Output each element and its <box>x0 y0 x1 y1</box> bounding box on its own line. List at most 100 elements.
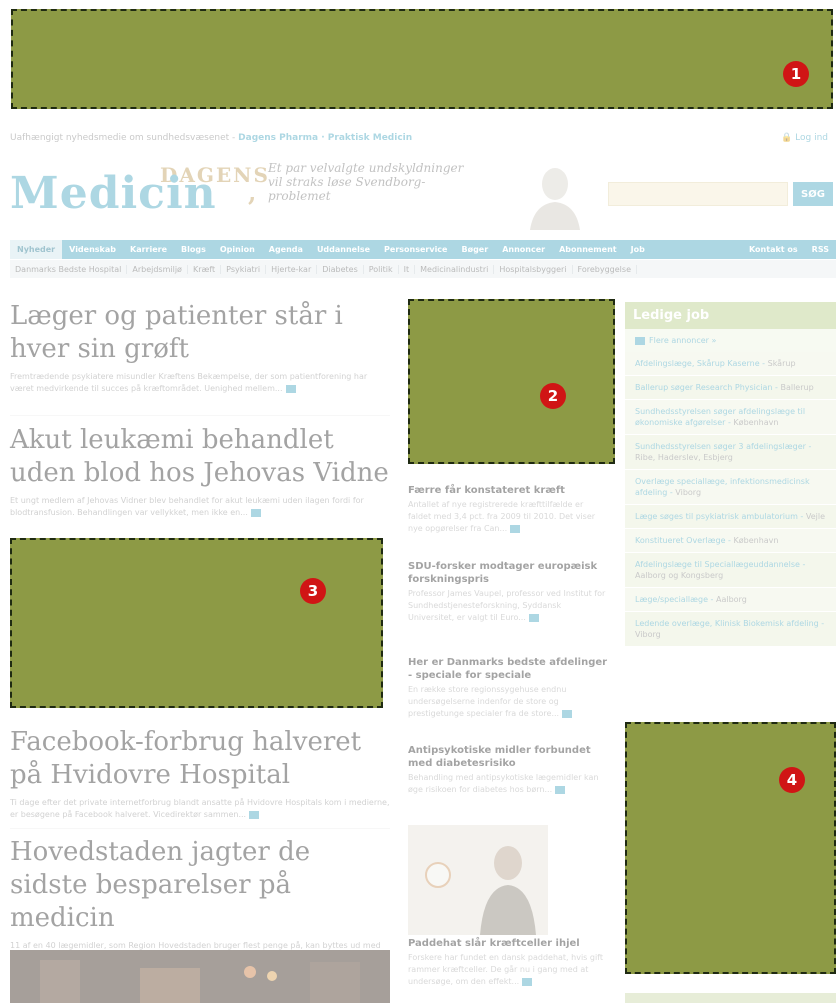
nav-item-annoncer[interactable]: Annoncer <box>495 245 552 254</box>
header-tagline[interactable]: Et par velvalgte undskyldninger vil stra… <box>268 161 478 203</box>
mid-article-title[interactable]: Antipsykotiske midler forbundet med diab… <box>408 744 608 770</box>
subnav-item[interactable]: Kræft <box>188 264 222 274</box>
nav-item-karriere[interactable]: Karriere <box>123 245 174 254</box>
nav-item-nyheder[interactable]: Nyheder <box>10 240 63 259</box>
job-title[interactable]: Afdelingslæge til Speciallægeuddannelse <box>635 560 800 569</box>
job-item[interactable]: Afdelingslæge til Speciallægeuddannelse … <box>625 553 836 588</box>
nav-item-videnskab[interactable]: Videnskab <box>62 245 123 254</box>
article-headline[interactable]: Akut leukæmi behandlet uden blod hos Jeh… <box>10 424 390 490</box>
job-location: Ribe, Haderslev, Esbjerg <box>635 453 733 462</box>
job-item[interactable]: Sundhedsstyrelsen søger 3 afdelingslæger… <box>625 435 836 470</box>
topbar-intro-text: Uafhængigt nyhedsmedie om sundhedsvæsene… <box>10 133 236 143</box>
subnav-item[interactable]: It <box>399 264 416 274</box>
article-1[interactable]: Læger og patienter står i hver sin grøft… <box>10 300 390 395</box>
nav-item-rss[interactable]: RSS <box>805 245 836 254</box>
nav-item-boger[interactable]: Bøger <box>454 245 495 254</box>
article-headline[interactable]: Facebook-forbrug halveret på Hvidovre Ho… <box>10 726 390 792</box>
mid-article[interactable]: Paddehat slår kræftceller ihjel Forskere… <box>408 937 608 988</box>
ad-slot-4[interactable]: 4 <box>625 722 836 974</box>
read-more-icon[interactable] <box>528 613 539 622</box>
mid-article[interactable]: Færre får konstateret kræft Antallet af … <box>408 484 608 535</box>
article-photo[interactable] <box>10 950 390 1003</box>
subnav-item[interactable]: Psykiatri <box>221 264 267 274</box>
login-link[interactable]: 🔒 Log ind <box>781 133 828 143</box>
divider <box>10 415 390 416</box>
ad-slot-1[interactable]: 1 <box>11 9 833 109</box>
search-button[interactable]: SØG <box>793 182 833 206</box>
job-item[interactable]: Konstitueret Overlæge - København <box>625 529 836 553</box>
job-title[interactable]: Konstitueret Overlæge <box>635 536 726 545</box>
mid-article-title[interactable]: Færre får konstateret kræft <box>408 484 608 497</box>
mid-article[interactable]: SDU-forsker modtager europæisk forskning… <box>408 560 608 624</box>
read-more-icon[interactable] <box>562 709 573 718</box>
mid-text: Behandling med antipsykotiske lægemidler… <box>408 773 599 794</box>
article-2[interactable]: Akut leukæmi behandlet uden blod hos Jeh… <box>10 424 390 519</box>
read-more-icon[interactable] <box>250 508 261 517</box>
job-item[interactable]: Læge/speciallæge - Aalborg <box>625 588 836 612</box>
nav-item-blogs[interactable]: Blogs <box>174 245 213 254</box>
nav-item-abonnement[interactable]: Abonnement <box>552 245 624 254</box>
ad-slot-3[interactable]: 3 <box>10 538 383 708</box>
job-title[interactable]: Læge søges til psykiatrisk ambulatorium <box>635 512 798 521</box>
job-title[interactable]: Overlæge speciallæge, infektionsmedicins… <box>635 477 810 497</box>
job-item[interactable]: Overlæge speciallæge, infektionsmedicins… <box>625 470 836 505</box>
mid-article-text: Forskere har fundet en dansk paddehat, h… <box>408 952 608 988</box>
jobs-all-link[interactable]: Flere annoncer » <box>625 329 836 352</box>
logo[interactable]: Medicin <box>10 168 217 219</box>
search-input[interactable] <box>608 182 788 206</box>
jobs-all-label[interactable]: Flere annoncer » <box>649 336 716 345</box>
subnav-item[interactable]: Danmarks Bedste Hospital <box>10 264 128 274</box>
subnav-item[interactable]: Hospitalsbyggeri <box>494 264 573 274</box>
article-headline[interactable]: Læger og patienter står i hver sin grøft <box>10 300 390 366</box>
nav-item-kontakt[interactable]: Kontakt os <box>742 245 805 254</box>
job-item[interactable]: Læge søges til psykiatrisk ambulatorium … <box>625 505 836 529</box>
article-4[interactable]: Hovedstaden jagter de sidste besparelser… <box>10 836 390 964</box>
subnav-item[interactable]: Politik <box>364 264 399 274</box>
job-location: København <box>733 536 779 545</box>
job-title[interactable]: Ledende overlæge, Klinisk Biokemisk afde… <box>635 619 819 628</box>
job-item[interactable]: Afdelingslæge, Skårup Kaserne - Skårup <box>625 352 836 376</box>
job-item[interactable]: Ballerup søger Research Physician - Ball… <box>625 376 836 400</box>
mid-article[interactable]: Her er Danmarks bedste afdelinger - spec… <box>408 656 608 720</box>
read-more-icon[interactable] <box>555 785 566 794</box>
teaser-text: Et ungt medlem af Jehovas Vidner blev be… <box>10 496 364 517</box>
subnav-item[interactable]: Forebyggelse <box>573 264 637 274</box>
ad-number-badge: 3 <box>300 578 326 604</box>
mid-article-title[interactable]: SDU-forsker modtager europæisk forskning… <box>408 560 608 586</box>
read-more-icon[interactable] <box>249 810 260 819</box>
ad-number-badge: 1 <box>783 61 809 87</box>
article-headline[interactable]: Hovedstaden jagter de sidste besparelser… <box>10 836 390 935</box>
job-title[interactable]: Afdelingslæge, Skårup Kaserne <box>635 359 760 368</box>
nav-item-agenda[interactable]: Agenda <box>262 245 310 254</box>
login-label[interactable]: Log ind <box>795 133 828 143</box>
topbar-links[interactable]: Dagens Pharma · Praktisk Medicin <box>238 133 412 143</box>
job-location: Viborg <box>635 630 661 639</box>
job-item[interactable]: Sundhedsstyrelsen søger afdelingslæge ti… <box>625 400 836 435</box>
article-3[interactable]: Facebook-forbrug halveret på Hvidovre Ho… <box>10 726 390 821</box>
ad-slot-2[interactable]: 2 <box>408 299 615 464</box>
job-title[interactable]: Sundhedsstyrelsen søger afdelingslæge ti… <box>635 407 805 427</box>
subnav-item[interactable]: Arbejdsmiljø <box>127 264 188 274</box>
mid-article-title[interactable]: Her er Danmarks bedste afdelinger - spec… <box>408 656 608 682</box>
job-title[interactable]: Ballerup søger Research Physician <box>635 383 772 392</box>
job-title[interactable]: Sundhedsstyrelsen søger 3 afdelingslæger <box>635 442 806 451</box>
subnav-item[interactable]: Diabetes <box>317 264 364 274</box>
mid-article-text: Antallet af nye registrerede kræfttilfæl… <box>408 499 608 535</box>
jobs-box: Ledige job Flere annoncer » Afdelingslæg… <box>625 302 836 647</box>
job-location: Viborg <box>675 488 702 497</box>
read-more-icon[interactable] <box>510 524 521 533</box>
mid-article-title[interactable]: Paddehat slår kræftceller ihjel <box>408 937 608 950</box>
nav-item-opinion[interactable]: Opinion <box>213 245 262 254</box>
job-location: Ballerup <box>780 383 814 392</box>
read-more-icon[interactable] <box>285 384 296 393</box>
job-title[interactable]: Læge/speciallæge <box>635 595 708 604</box>
subnav-item[interactable]: Medicinalindustri <box>415 264 495 274</box>
nav-item-uddannelse[interactable]: Uddannelse <box>310 245 377 254</box>
subnav-item[interactable]: Hjerte-kar <box>266 264 318 274</box>
nav-item-personservice[interactable]: Personservice <box>377 245 454 254</box>
nav-item-job[interactable]: Job <box>624 245 652 254</box>
mid-article[interactable]: Antipsykotiske midler forbundet med diab… <box>408 744 608 796</box>
mid-article-photo[interactable] <box>408 825 548 935</box>
read-more-icon[interactable] <box>522 977 533 986</box>
job-item[interactable]: Ledende overlæge, Klinisk Biokemisk afde… <box>625 612 836 647</box>
